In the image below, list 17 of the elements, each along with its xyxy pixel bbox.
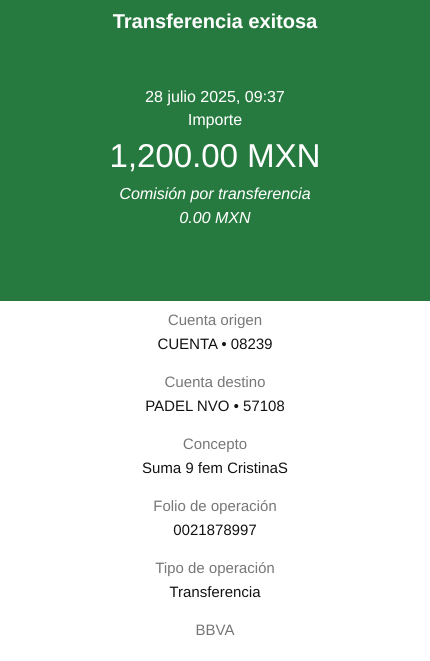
- commission-value: 0.00 MXN: [179, 209, 251, 229]
- detail-value: PADEL NVO • 57108: [145, 397, 285, 417]
- detail-value: CUENTA • 08239: [157, 335, 273, 355]
- detail-value: Transferencia: [169, 583, 261, 603]
- detail-label: Cuenta destino: [164, 373, 266, 393]
- commission-label: Comisión por transferencia: [119, 185, 311, 205]
- detail-label: Cuenta origen: [168, 311, 262, 331]
- screen-title: Transferencia exitosa: [112, 10, 318, 35]
- detail-label: Concepto: [182, 435, 248, 455]
- detail-label: Tipo de operación: [155, 559, 275, 579]
- amount-label: Importe: [188, 111, 242, 131]
- amount-value: 1,200.00 MXN: [110, 136, 320, 176]
- detail-value: 0021878997: [173, 521, 257, 541]
- transfer-datetime: 28 julio 2025, 09:37: [145, 88, 285, 108]
- bank-name: BBVA: [196, 621, 234, 641]
- detail-value: Suma 9 fem CristinaS: [142, 459, 288, 479]
- detail-label: Folio de operación: [153, 497, 277, 517]
